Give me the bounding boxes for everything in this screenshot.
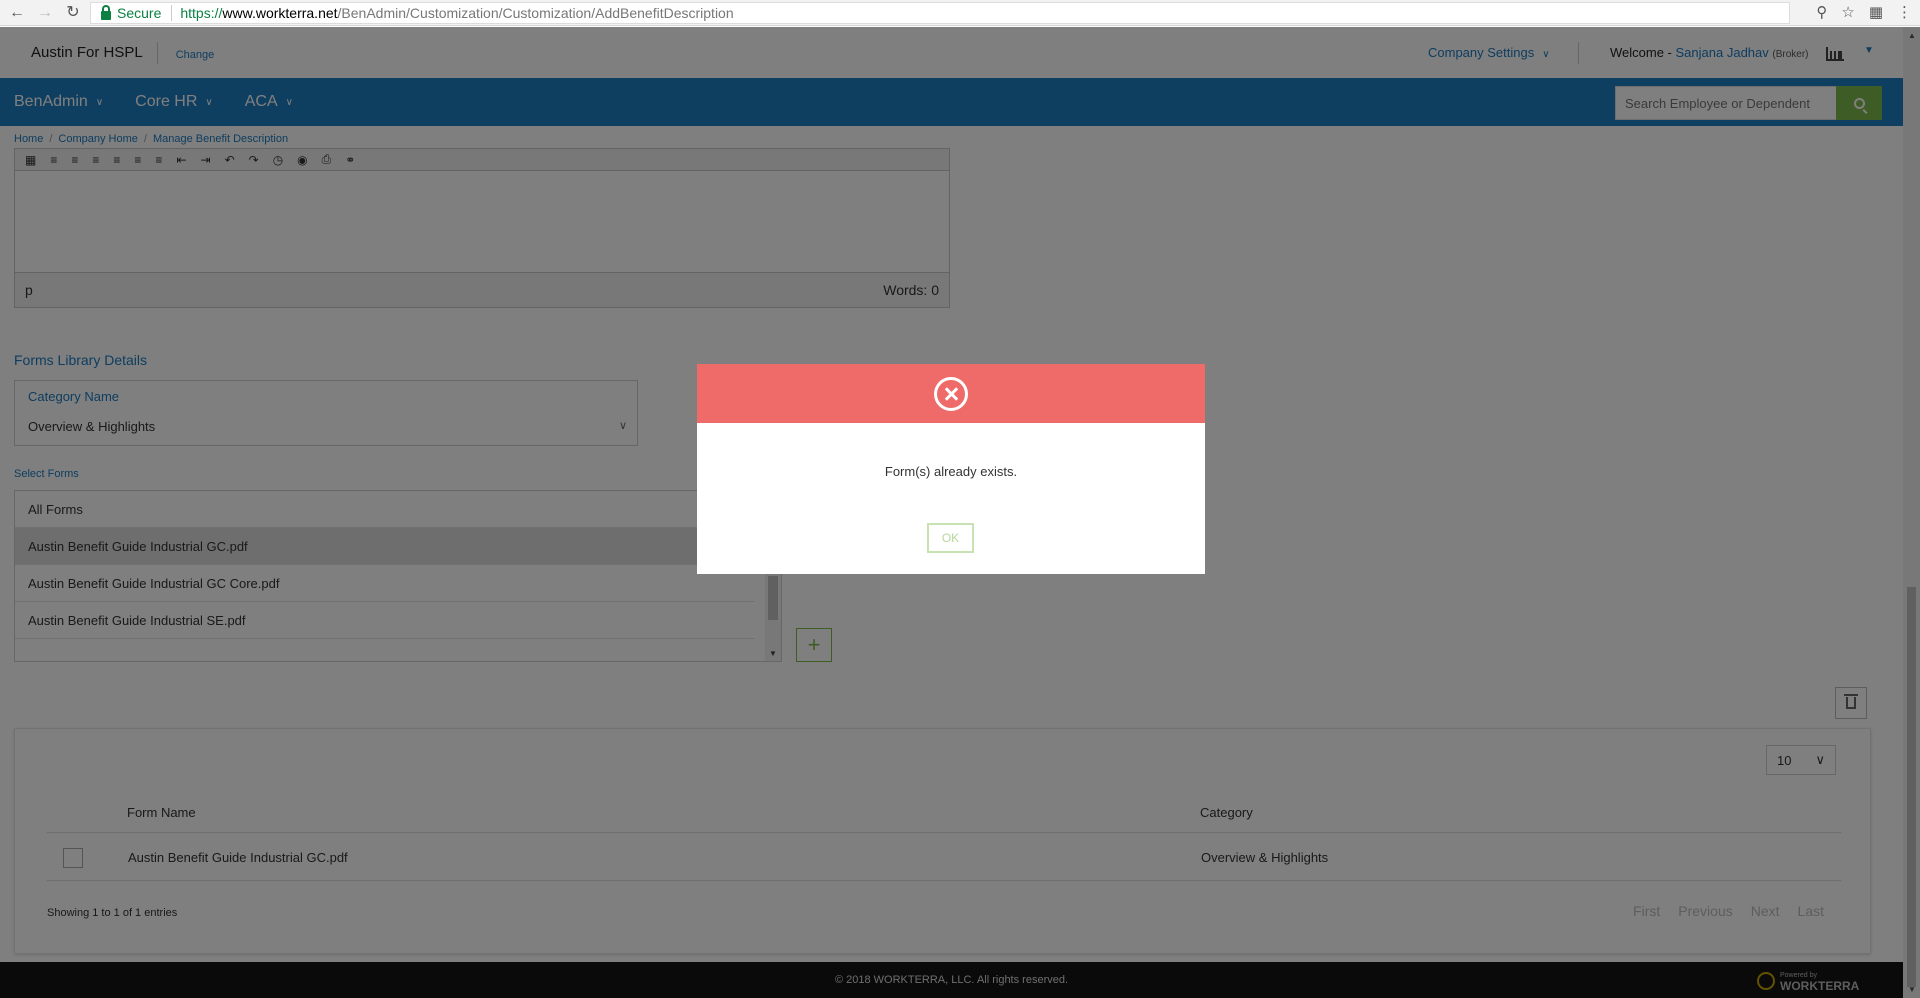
lock-icon [101, 4, 111, 20]
error-circle-x-icon [934, 376, 968, 411]
error-dialog: Form(s) already exists. OK [697, 364, 1205, 574]
url-host: www.workterra.net [222, 5, 338, 21]
forward-arrow-icon[interactable]: → [36, 4, 54, 22]
dialog-message: Form(s) already exists. [884, 464, 1018, 479]
browser-nav: ← → ↻ [0, 4, 88, 22]
extension-icon[interactable]: ▦ [1869, 3, 1883, 21]
ok-button[interactable]: OK [927, 523, 974, 553]
menu-dots-icon[interactable]: ⋮ [1897, 3, 1912, 21]
secure-label: Secure [117, 5, 173, 21]
key-icon[interactable]: ⚲ [1816, 3, 1827, 21]
star-icon[interactable]: ☆ [1841, 3, 1854, 21]
address-bar[interactable]: Secure https:// www.workterra.net /BenAd… [90, 2, 1790, 24]
browser-chrome: ← → ↻ Secure https:// www.workterra.net … [0, 0, 1920, 26]
dialog-header [697, 364, 1205, 423]
back-arrow-icon[interactable]: ← [8, 4, 26, 22]
url-path: /BenAdmin/Customization/Customization/Ad… [337, 5, 734, 21]
reload-icon[interactable]: ↻ [64, 4, 82, 22]
browser-actions: ⚲ ☆ ▦ ⋮ [1816, 3, 1912, 21]
url-scheme: https:// [180, 5, 223, 21]
